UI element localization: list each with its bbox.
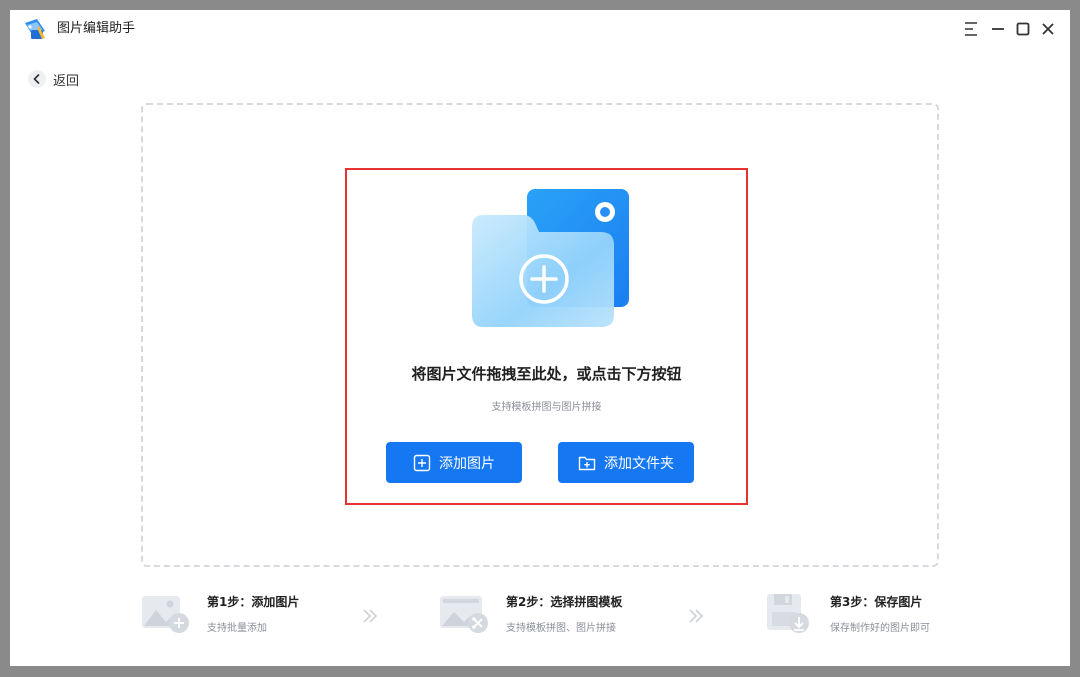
close-button[interactable] bbox=[1038, 19, 1058, 39]
add-folder-button[interactable]: 添加文件夹 bbox=[558, 442, 694, 483]
folder-plus-icon bbox=[578, 456, 596, 470]
double-chevron-right-icon bbox=[686, 606, 706, 626]
add-folder-label: 添加文件夹 bbox=[604, 455, 674, 472]
minimize-button[interactable] bbox=[988, 19, 1008, 39]
app-title: 图片编辑助手 bbox=[57, 21, 136, 36]
step1-desc: 支持批量添加 bbox=[207, 623, 267, 634]
menu-icon bbox=[965, 22, 977, 36]
maximize-button[interactable] bbox=[1013, 19, 1033, 39]
drop-subtitle: 支持模板拼图与图片拼接 bbox=[491, 402, 602, 413]
step3-title: 第3步：保存图片 bbox=[830, 595, 923, 609]
step2-desc: 支持模板拼图、图片拼接 bbox=[506, 623, 616, 634]
image-add-icon bbox=[140, 590, 190, 636]
back-button[interactable]: 返回 bbox=[28, 68, 79, 90]
title-bar: 图片编辑助手 bbox=[10, 10, 1070, 48]
template-icon bbox=[438, 590, 488, 636]
app-window: 图片编辑助手 返回 将图片文件拖拽至此处，或点击下方按钮 支持模板拼图与图片拼接… bbox=[10, 10, 1070, 666]
chevron-left-icon bbox=[28, 70, 46, 88]
minimize-icon bbox=[992, 28, 1004, 30]
folder-plus-illustration[interactable] bbox=[461, 187, 633, 331]
add-image-button[interactable]: 添加图片 bbox=[386, 442, 522, 483]
step1-title: 第1步：添加图片 bbox=[207, 595, 300, 609]
maximize-icon bbox=[1016, 22, 1030, 36]
add-image-label: 添加图片 bbox=[439, 455, 495, 472]
back-label: 返回 bbox=[53, 73, 80, 89]
app-logo-icon bbox=[22, 16, 48, 42]
double-chevron-right-icon bbox=[360, 606, 380, 626]
step3-desc: 保存制作好的图片即可 bbox=[830, 623, 930, 634]
menu-button[interactable] bbox=[961, 19, 981, 39]
drop-title: 将图片文件拖拽至此处，或点击下方按钮 bbox=[411, 365, 682, 383]
step2-title: 第2步：选择拼图模板 bbox=[506, 595, 623, 609]
save-icon bbox=[763, 590, 813, 636]
close-icon bbox=[1042, 23, 1054, 35]
plus-square-icon bbox=[413, 454, 431, 471]
